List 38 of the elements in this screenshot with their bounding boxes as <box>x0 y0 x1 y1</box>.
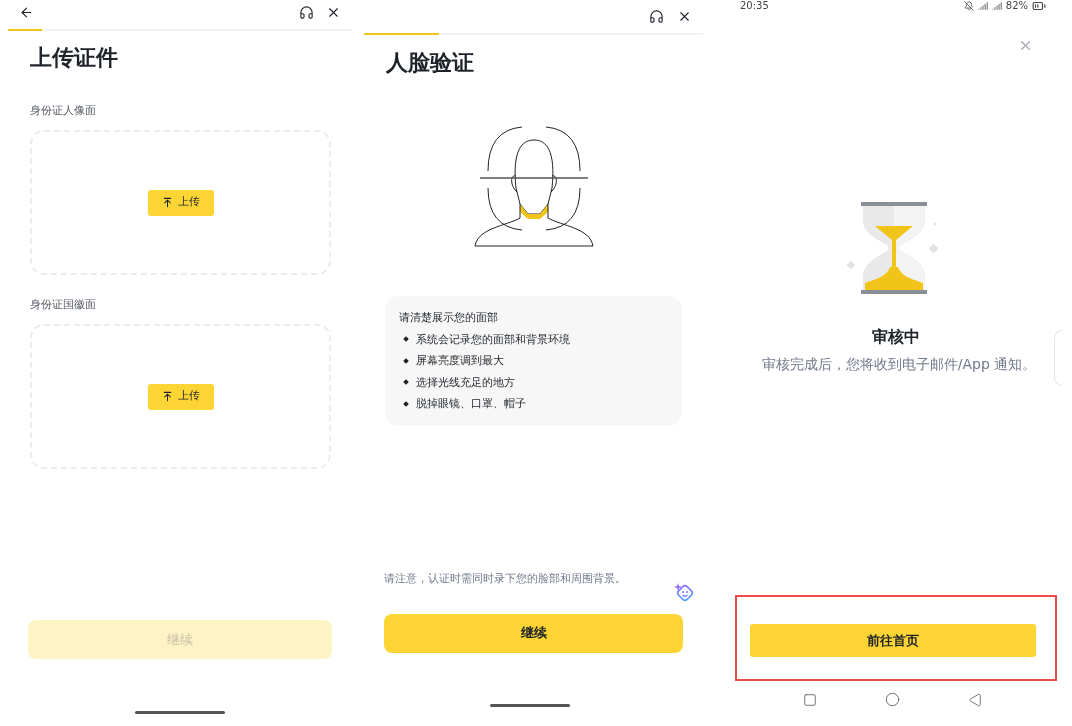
bullet-icon <box>403 357 409 364</box>
upload-area[interactable]: 上传 <box>30 130 331 275</box>
back-icon[interactable] <box>19 4 34 20</box>
upload-area[interactable]: 上传 <box>30 324 331 469</box>
tip-text: 脱掉眼镜、口罩、帽子 <box>416 396 526 412</box>
upload-icon <box>161 197 173 208</box>
headset-icon[interactable] <box>299 4 314 20</box>
tips-heading: 请清楚展示您的面部 <box>399 310 499 326</box>
page-title: 人脸验证 <box>386 49 475 77</box>
status-time: 20:35 <box>740 0 769 12</box>
home-page-button[interactable]: 前往首页 <box>750 624 1036 657</box>
bell-off-icon <box>963 1 974 11</box>
battery-icon <box>1032 0 1046 13</box>
signal-icon <box>977 1 988 11</box>
recents-nav-icon[interactable] <box>803 692 817 707</box>
signal-icon <box>991 1 1002 11</box>
upload-button[interactable]: 上传 <box>147 383 214 410</box>
home-nav-icon[interactable] <box>885 692 900 707</box>
page-title: 上传证件 <box>30 44 119 72</box>
back-nav-icon[interactable] <box>968 692 982 707</box>
upload-button[interactable]: 上传 <box>147 189 214 216</box>
bullet-icon <box>403 379 409 386</box>
status-title: 审核中 <box>871 326 921 348</box>
headset-icon[interactable] <box>649 9 664 24</box>
status-message: 审核完成后，您将收到电子邮件/App 通知。 <box>760 355 1038 374</box>
section-label: 身份证人像面 <box>30 103 97 119</box>
smiley-sparkle-icon[interactable] <box>674 581 696 604</box>
tip-text: 选择光线充足的地方 <box>416 374 515 391</box>
bullet-icon <box>403 336 409 343</box>
tip-text: 系统会记录您的面部和背景环境 <box>416 331 570 348</box>
close-icon[interactable] <box>677 9 692 24</box>
bullet-icon <box>403 400 409 407</box>
battery-percent: 82% <box>1005 0 1028 12</box>
notice-text: 请注意，认证时需同时录下您的脸部和周围背景。 <box>384 570 626 587</box>
tip-text: 屏幕亮度调到最大 <box>416 353 504 369</box>
section-label: 身份证国徽面 <box>30 297 97 313</box>
upload-icon <box>161 391 173 402</box>
continue-button[interactable]: 继续 <box>384 613 683 653</box>
